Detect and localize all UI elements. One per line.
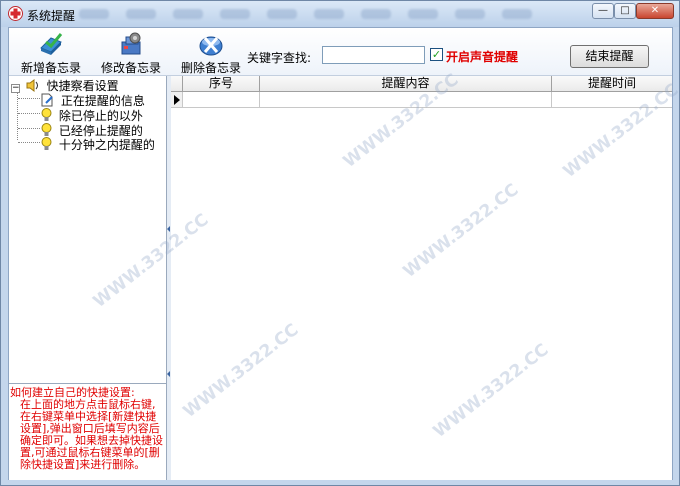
- table-row[interactable]: [171, 92, 672, 108]
- tree-item-stopped[interactable]: 已经停止提醒的: [41, 123, 143, 138]
- current-row-arrow-icon: [174, 95, 180, 105]
- delete-memo-button[interactable]: 删除备忘录: [173, 30, 249, 76]
- end-reminder-button[interactable]: 结束提醒: [570, 45, 649, 68]
- tree-item-ten-minutes[interactable]: 十分钟之内提醒的: [41, 137, 155, 152]
- tree-item-label: 已经停止提醒的: [58, 124, 143, 138]
- close-button[interactable]: ✕: [636, 3, 674, 19]
- tree-root-label: 快捷察看设置: [46, 79, 119, 93]
- window-title: 系统提醒: [27, 9, 76, 23]
- help-body: 在上面的地方点击鼠标右键,在右键菜单中选择[新建快捷设置],弹出窗口后填写内容后…: [20, 398, 163, 471]
- edit-memo-button[interactable]: 修改备忘录: [93, 30, 169, 76]
- toolbar: 新增备忘录 修改备忘录 删除备忘录 关键字查找: ✓ 开启声音提醒 结束提醒: [9, 28, 672, 76]
- maximize-button[interactable]: □: [614, 3, 636, 19]
- tree-root[interactable]: − 快捷察看设置: [11, 79, 119, 93]
- column-header-time[interactable]: 提醒时间: [552, 76, 672, 92]
- grid-header: 序号 提醒内容 提醒时间: [171, 76, 672, 92]
- blurred-background-strip: [71, 6, 561, 22]
- sound-checkbox[interactable]: ✓: [430, 48, 443, 61]
- tree-item-except-stopped[interactable]: 除已停止的以外: [41, 108, 143, 123]
- tree-item-current[interactable]: 正在提醒的信息: [41, 93, 145, 108]
- reminder-grid[interactable]: 序号 提醒内容 提醒时间: [171, 76, 672, 480]
- add-memo-icon: [40, 33, 63, 55]
- add-memo-label: 新增备忘录: [20, 61, 81, 75]
- speaker-icon: [26, 79, 38, 92]
- lightbulb-icon: [41, 123, 52, 136]
- row-selector[interactable]: [171, 92, 183, 107]
- delete-memo-icon: [199, 36, 223, 56]
- cell-index[interactable]: [183, 92, 260, 107]
- delete-memo-label: 删除备忘录: [180, 61, 241, 75]
- document-edit-icon: [41, 93, 53, 107]
- title-bar[interactable]: 系统提醒 — □ ✕: [1, 1, 679, 27]
- column-header-content[interactable]: 提醒内容: [260, 76, 552, 92]
- tree-item-label: 正在提醒的信息: [60, 94, 145, 108]
- add-memo-button[interactable]: 新增备忘录: [13, 30, 89, 76]
- search-input[interactable]: [322, 46, 425, 64]
- lightbulb-icon: [41, 137, 52, 150]
- tree-item-label: 十分钟之内提醒的: [58, 138, 155, 152]
- edit-memo-icon: [121, 32, 141, 55]
- left-pane: − 快捷察看设置 正在提醒的信息 除已停止的以外 已经停止提醒的 十分钟之内提醒…: [9, 76, 167, 480]
- sound-label[interactable]: 开启声音提醒: [446, 48, 518, 65]
- splitter-arrow-icon: [167, 226, 170, 232]
- help-text: 如何建立自己的快捷设置: 在上面的地方点击鼠标右键,在右键菜单中选择[新建快捷设…: [9, 385, 166, 480]
- client-area: 新增备忘录 修改备忘录 删除备忘录 关键字查找: ✓ 开启声音提醒 结束提醒 −…: [8, 27, 673, 480]
- lightbulb-icon: [41, 108, 52, 121]
- edit-memo-label: 修改备忘录: [100, 61, 161, 75]
- cell-content[interactable]: [260, 92, 552, 107]
- cell-time[interactable]: [552, 92, 672, 107]
- quick-view-tree[interactable]: − 快捷察看设置 正在提醒的信息 除已停止的以外 已经停止提醒的 十分钟之内提醒…: [9, 76, 166, 384]
- minimize-button[interactable]: —: [592, 3, 614, 19]
- row-header-corner: [171, 76, 183, 92]
- tree-item-label: 除已停止的以外: [58, 109, 143, 123]
- app-window: 系统提醒 — □ ✕ 新增备忘录 修改备忘录 删除备忘录 关键字查找: ✓ 开启…: [0, 0, 680, 486]
- app-cross-icon: [8, 6, 23, 21]
- collapse-icon[interactable]: −: [11, 84, 20, 93]
- column-header-index[interactable]: 序号: [183, 76, 260, 92]
- search-label: 关键字查找:: [247, 51, 312, 65]
- splitter-arrow-icon: [167, 371, 170, 377]
